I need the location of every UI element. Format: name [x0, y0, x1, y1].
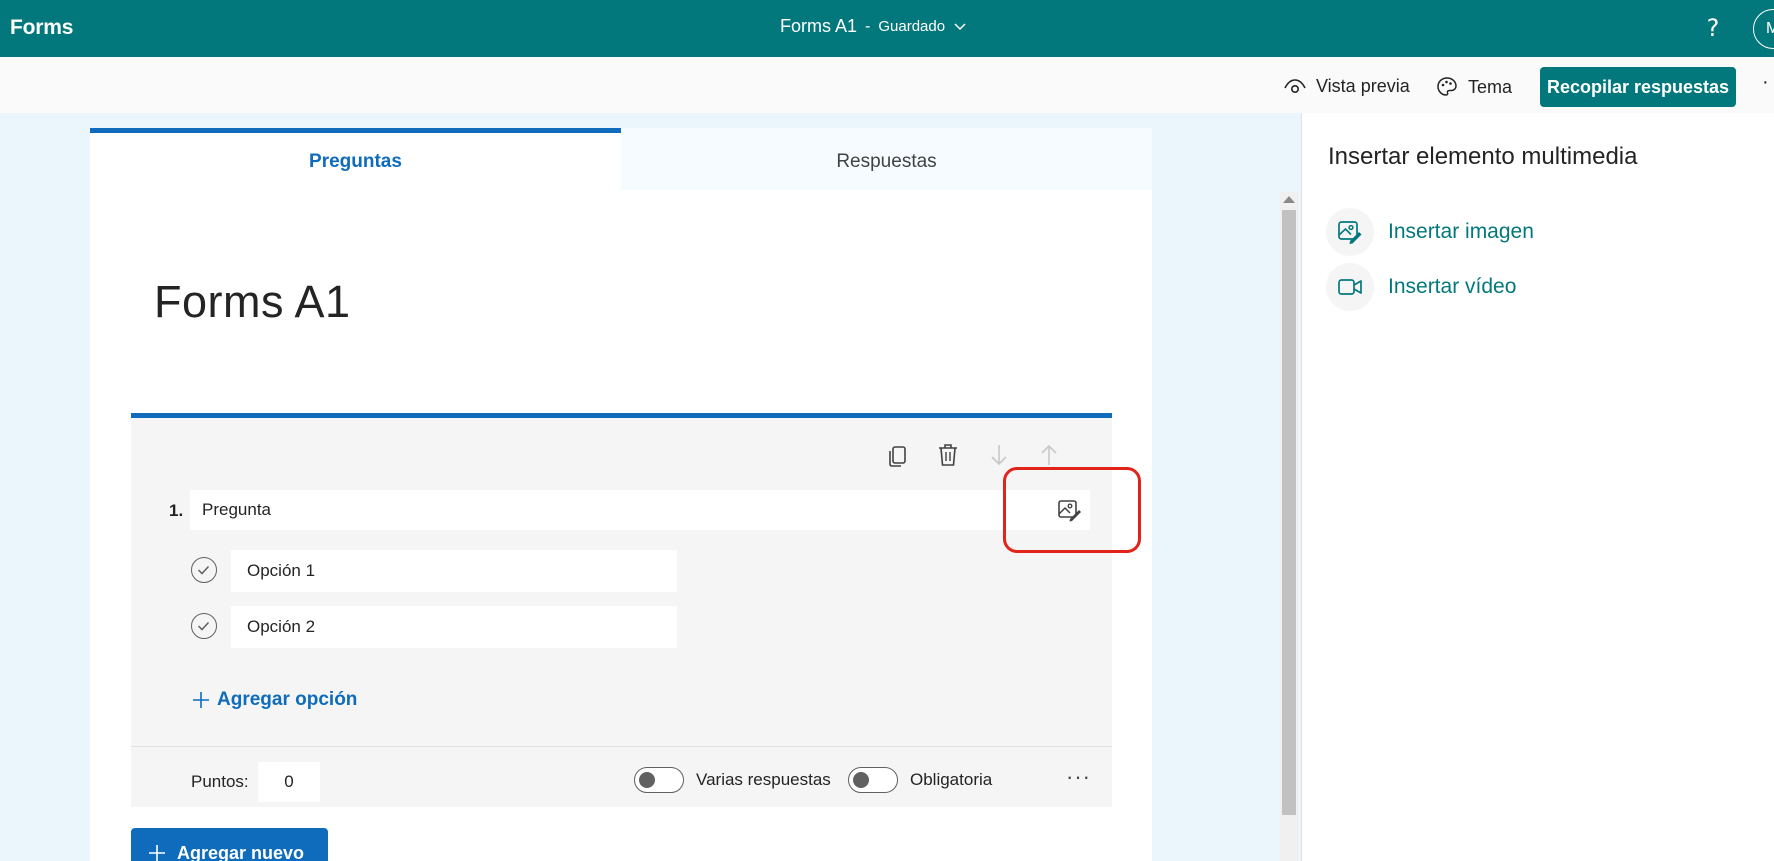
eye-icon	[1284, 78, 1306, 93]
image-edit-icon	[1326, 208, 1374, 256]
required-toggle[interactable]	[848, 767, 898, 793]
preview-button[interactable]: Vista previa	[1284, 76, 1410, 97]
option-1-input[interactable]	[231, 550, 677, 592]
add-option-button[interactable]: Agregar opción	[191, 689, 357, 711]
avatar[interactable]: M	[1753, 9, 1774, 49]
insert-media-panel: Insertar elemento multimedia Insertar im…	[1301, 113, 1774, 861]
tab-bar: Preguntas Respuestas	[90, 128, 1152, 190]
insert-image-button[interactable]: Insertar imagen	[1326, 208, 1534, 256]
points-input[interactable]	[258, 762, 320, 802]
app-header: Forms Forms A1 - Guardado ? M	[0, 0, 1774, 57]
multiple-answers-toggle[interactable]	[634, 767, 684, 793]
panel-title: Insertar elemento multimedia	[1328, 143, 1638, 170]
form-title[interactable]: Forms A1	[154, 276, 351, 328]
document-title-area[interactable]: Forms A1 - Guardado	[780, 16, 967, 37]
insert-video-button[interactable]: Insertar vídeo	[1326, 263, 1516, 311]
question-number: 1.	[169, 501, 184, 520]
title-separator: -	[865, 17, 871, 35]
document-title: Forms A1	[780, 16, 858, 36]
checkmark-icon	[197, 565, 210, 575]
add-option-label: Agregar opción	[217, 689, 358, 710]
form-editor-card: Preguntas Respuestas Forms A1 1. Agregar…	[90, 128, 1152, 861]
tab-questions[interactable]: Preguntas	[90, 128, 621, 190]
highlight-annotation	[1003, 467, 1141, 553]
scroll-up-arrow-icon[interactable]	[1283, 196, 1295, 203]
scroll-thumb[interactable]	[1282, 210, 1296, 815]
option-1-radio[interactable]	[191, 557, 217, 583]
question-more-icon[interactable]: ···	[1066, 764, 1091, 790]
help-icon[interactable]: ?	[1701, 15, 1725, 41]
command-bar: Vista previa Tema Recopilar respuestas ·	[0, 57, 1774, 113]
question-text-input[interactable]	[190, 490, 1090, 530]
plus-icon	[193, 692, 209, 708]
plus-icon	[149, 845, 165, 861]
app-brand[interactable]: Forms	[10, 16, 73, 40]
insert-video-label: Insertar vídeo	[1388, 275, 1517, 298]
insert-image-label: Insertar imagen	[1388, 220, 1534, 243]
theme-button[interactable]: Tema	[1436, 76, 1512, 98]
required-label: Obligatoria	[910, 770, 993, 789]
chevron-down-icon[interactable]	[953, 22, 967, 32]
more-options-icon[interactable]: ·	[1762, 71, 1769, 94]
save-status: Guardado	[878, 18, 946, 35]
copy-icon[interactable]	[885, 442, 911, 468]
move-down-icon[interactable]	[986, 442, 1012, 468]
video-icon	[1326, 263, 1374, 311]
add-new-button[interactable]: Agregar nuevo	[131, 828, 328, 861]
tab-responses[interactable]: Respuestas	[621, 128, 1152, 190]
option-2-input[interactable]	[231, 606, 677, 648]
collect-responses-button[interactable]: Recopilar respuestas	[1540, 67, 1736, 107]
question-footer: Puntos: Varias respuestas Obligatoria ··…	[131, 746, 1112, 812]
question-card[interactable]: 1. Agregar opción Puntos: Varias respues…	[131, 413, 1112, 807]
move-up-icon[interactable]	[1036, 442, 1062, 468]
preview-label: Vista previa	[1316, 76, 1410, 96]
delete-icon[interactable]	[935, 442, 961, 468]
option-2-radio[interactable]	[191, 613, 217, 639]
add-new-label: Agregar nuevo	[177, 842, 305, 861]
multiple-answers-label: Varias respuestas	[696, 770, 831, 789]
palette-icon	[1437, 77, 1457, 96]
theme-label: Tema	[1468, 76, 1513, 97]
checkmark-icon	[197, 621, 210, 631]
points-label: Puntos:	[191, 772, 249, 791]
vertical-scrollbar[interactable]	[1280, 192, 1298, 861]
